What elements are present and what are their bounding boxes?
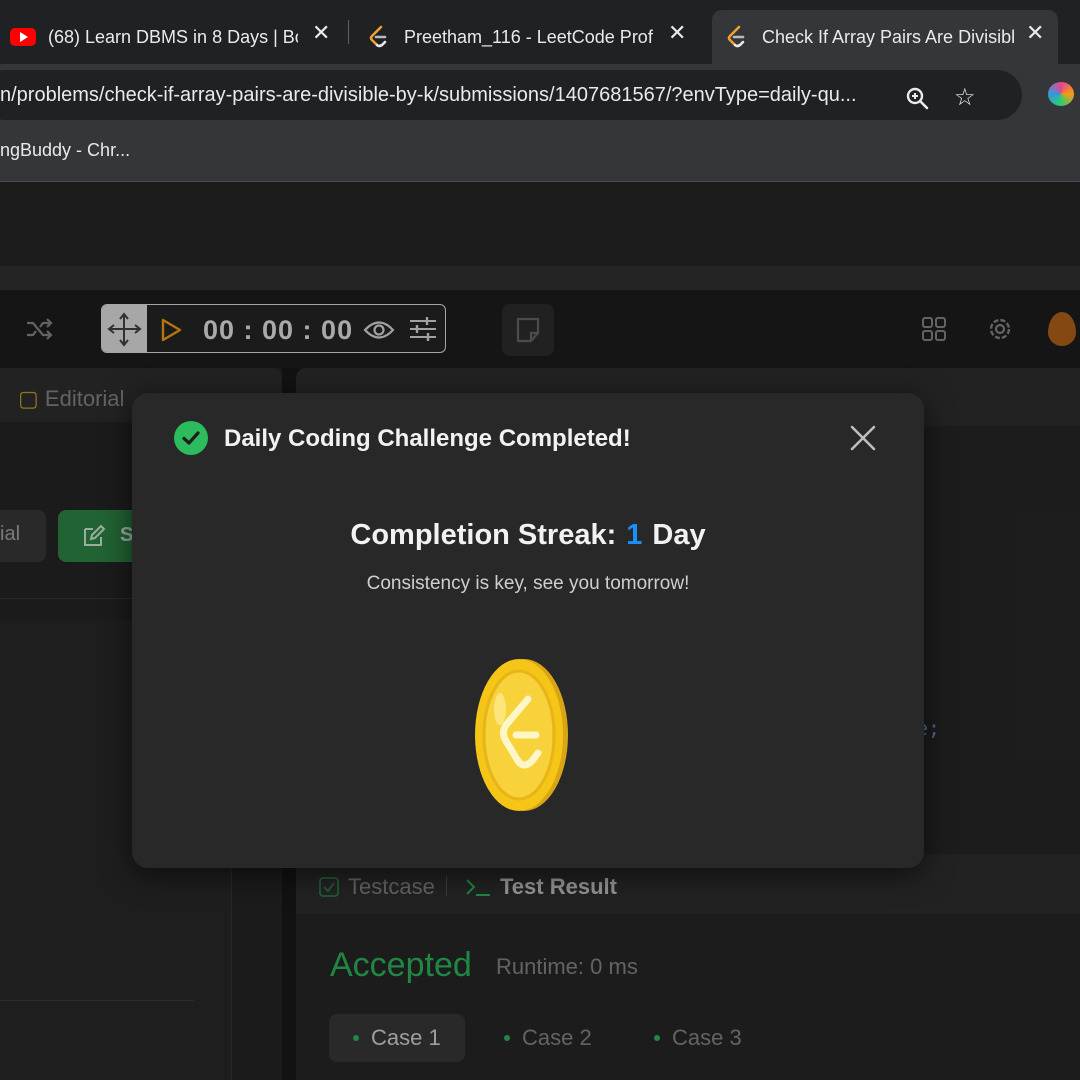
url-text[interactable]: n/problems/check-if-array-pairs-are-divi… [0,84,857,107]
modal-subtitle: Consistency is key, see you tomorrow! [366,573,690,594]
streak-line: Completion Streak: 1 Day [132,519,924,552]
bookmark-item[interactable]: ngBuddy - Chr... [0,140,130,161]
success-check-icon [174,421,208,455]
tab-title: Preetham_116 - LeetCode Profil [404,26,654,47]
zoom-icon[interactable] [905,86,931,112]
tab-title: Check If Array Pairs Are Divisible [762,26,1014,47]
tab-youtube[interactable]: (68) Learn DBMS in 8 Days | Boo ✕ [10,10,340,64]
tab-leetcode-profile[interactable]: Preetham_116 - LeetCode Profil ✕ [366,10,696,64]
modal-title: Daily Coding Challenge Completed! [224,425,631,452]
browser-toolbar: n/problems/check-if-array-pairs-are-divi… [0,64,1080,128]
bookmark-star-icon[interactable]: ☆ [954,83,976,112]
browser-tab-bar: (68) Learn DBMS in 8 Days | Boo ✕ Preeth… [0,0,1080,64]
streak-unit: Day [652,519,706,551]
leetcode-icon [727,25,745,48]
youtube-icon [10,28,36,46]
daily-challenge-modal: Daily Coding Challenge Completed! Comple… [132,393,924,868]
tab-title: (68) Learn DBMS in 8 Days | Boo [48,26,298,47]
bookmarks-bar: ngBuddy - Chr... [0,128,1080,182]
leetcode-icon [369,25,387,48]
tab-active-problem[interactable]: Check If Array Pairs Are Divisible ✕ [712,10,1058,64]
gold-coin-icon [475,659,568,811]
close-tab-icon[interactable]: ✕ [668,20,686,46]
leetcode-page: 00 : 00 : 00 ▢ Editorial ial S e; Testca… [0,182,1080,1080]
close-tab-icon[interactable]: ✕ [1026,20,1044,46]
close-tab-icon[interactable]: ✕ [312,20,330,46]
streak-label: Completion Streak: [350,519,617,551]
screen: (68) Learn DBMS in 8 Days | Boo ✕ Preeth… [0,0,1080,1080]
close-icon[interactable] [848,423,878,453]
tab-separator [348,20,349,44]
extension-icon[interactable] [1048,82,1074,106]
address-bar[interactable]: n/problems/check-if-array-pairs-are-divi… [0,70,1022,120]
streak-count: 1 [626,519,643,551]
